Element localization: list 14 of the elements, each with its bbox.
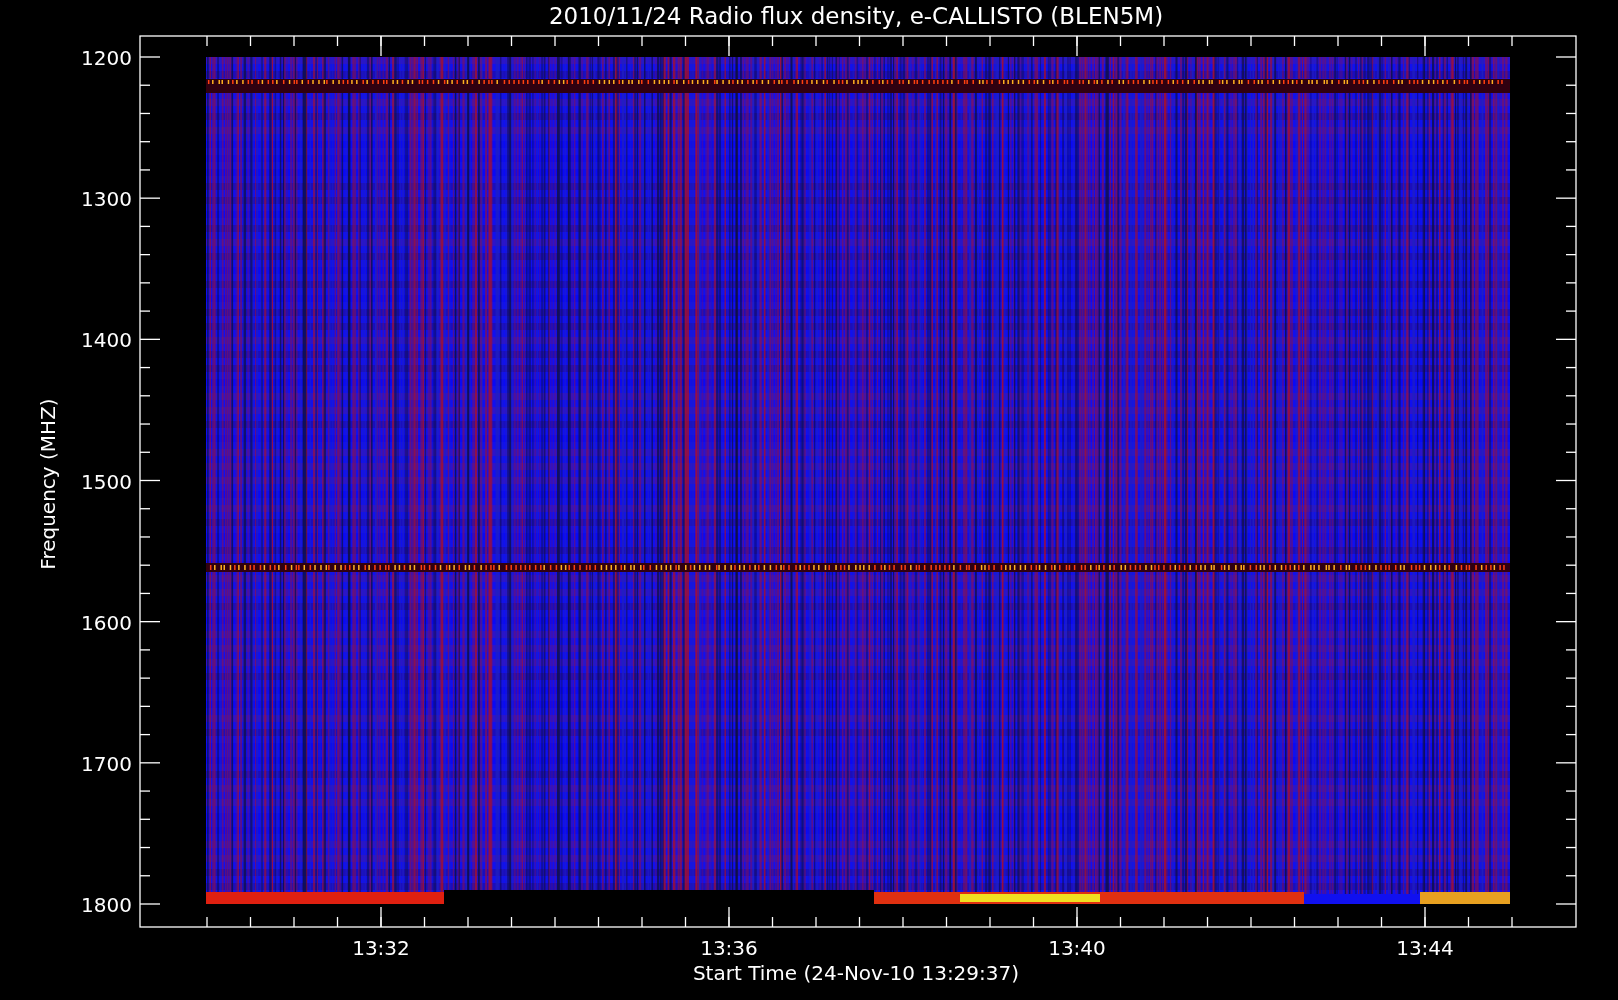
y-tick-label: 1200 bbox=[81, 46, 132, 70]
x-tick-label: 13:36 bbox=[700, 936, 758, 960]
x-tick-label: 13:44 bbox=[1396, 936, 1454, 960]
chart-title: 2010/11/24 Radio flux density, e-CALLISTO (BLEN5M) bbox=[548, 3, 1164, 29]
y-tick-label: 1300 bbox=[81, 187, 132, 212]
y-tick-label: 1700 bbox=[81, 751, 132, 776]
y-tick-label: 1400 bbox=[81, 328, 132, 353]
y-tick-label: 1800 bbox=[81, 893, 132, 917]
x-tick-label: 13:32 bbox=[352, 936, 410, 960]
y-tick-label: 1600 bbox=[81, 610, 132, 635]
y-tick-label: 1500 bbox=[81, 469, 132, 494]
x-tick-label: 13:40 bbox=[1048, 936, 1106, 960]
y-axis-title: Frequency (MHZ) bbox=[36, 398, 60, 570]
x-axis-title: Start Time (24-Nov-10 13:29:37) bbox=[692, 961, 1020, 985]
